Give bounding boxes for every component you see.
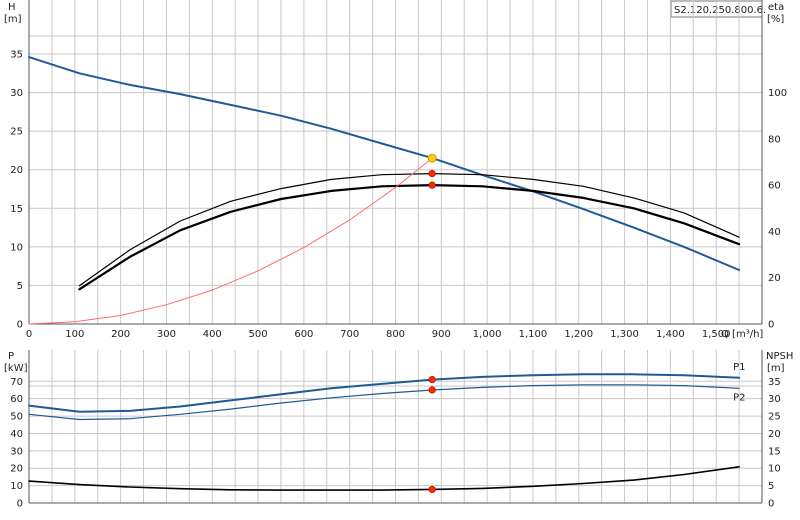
x-tick-label: 600 bbox=[294, 329, 313, 340]
left-tick-label: 35 bbox=[10, 50, 23, 61]
x-tick-label: 100 bbox=[65, 329, 84, 340]
duty-point bbox=[428, 181, 436, 189]
x-tick-label: 900 bbox=[432, 329, 451, 340]
duty-point bbox=[428, 485, 436, 494]
head-axis-unit: [m] bbox=[4, 14, 22, 25]
series-label-p2: P2 bbox=[733, 392, 745, 403]
left-tick-label: 50 bbox=[10, 412, 23, 423]
left-tick-label: 25 bbox=[10, 127, 23, 138]
left-tick-label: 40 bbox=[10, 429, 23, 440]
x-tick-label: 500 bbox=[249, 329, 268, 340]
x-tick-label: 400 bbox=[203, 329, 222, 340]
duty-point bbox=[427, 153, 437, 163]
left-tick-label: 20 bbox=[10, 165, 23, 176]
right-tick-label: 60 bbox=[768, 181, 781, 192]
left-tick-label: 30 bbox=[10, 446, 23, 457]
right-tick-label: 30 bbox=[768, 394, 781, 405]
head-axis-title: H bbox=[8, 2, 16, 13]
right-tick-label: 80 bbox=[768, 134, 781, 145]
left-tick-label: 70 bbox=[10, 377, 23, 388]
x-tick-label: 300 bbox=[157, 329, 176, 340]
right-tick-label: 5 bbox=[768, 481, 774, 492]
left-tick-label: 0 bbox=[17, 320, 23, 331]
x-tick-label: 1,500 bbox=[702, 329, 731, 340]
npsh-curve bbox=[28, 465, 740, 491]
x-tick-label: 1,300 bbox=[610, 329, 639, 340]
series-label-p1: P1 bbox=[733, 362, 745, 373]
duty-point bbox=[428, 386, 436, 394]
eta-curve bbox=[78, 184, 741, 291]
right-tick-label: 0 bbox=[768, 320, 774, 331]
power-axis-title: P bbox=[8, 351, 14, 362]
left-tick-label: 10 bbox=[10, 481, 23, 492]
right-tick-label: 25 bbox=[768, 412, 781, 423]
right-tick-label: 0 bbox=[768, 499, 774, 510]
left-tick-label: 15 bbox=[10, 204, 23, 215]
power-npsh-chart: P [kW] NPSH [m] 0 10 20 30 40 50 60 70 0 5 10 15 20 2… bbox=[4, 350, 793, 510]
right-tick-label: 10 bbox=[768, 464, 781, 475]
power-axis-unit: [kW] bbox=[4, 363, 28, 374]
x-tick-label: 1,100 bbox=[519, 329, 548, 340]
npsh-axis-title: NPSH bbox=[766, 351, 793, 362]
left-tick-label: 60 bbox=[10, 394, 23, 405]
right-tick-label: 20 bbox=[768, 273, 781, 284]
model-label: S2.120.250.800.6. bbox=[674, 5, 766, 16]
right-tick-label: 20 bbox=[768, 429, 781, 440]
x-tick-label: 0 bbox=[26, 329, 32, 340]
pump-curve-figure: H [m] eta [%] Q [m³/h] S2.120.250.800.6.… bbox=[4, 0, 793, 510]
right-tick-label: 35 bbox=[768, 377, 781, 388]
system-curve bbox=[28, 157, 433, 325]
left-tick-label: 20 bbox=[10, 464, 23, 475]
right-tick-label: 40 bbox=[768, 227, 781, 238]
head-efficiency-chart: H [m] eta [%] Q [m³/h] S2.120.250.800.6.… bbox=[4, 0, 787, 340]
x-tick-label: 800 bbox=[386, 329, 405, 340]
eta-axis-unit: [%] bbox=[767, 14, 784, 25]
x-tick-label: 1,000 bbox=[473, 329, 502, 340]
left-tick-label: 10 bbox=[10, 242, 23, 253]
eta-axis-title: eta bbox=[768, 2, 784, 13]
head-curve bbox=[28, 56, 741, 271]
right-tick-label: 100 bbox=[768, 88, 787, 99]
x-tick-label: 1,200 bbox=[564, 329, 593, 340]
power-curve bbox=[28, 384, 740, 421]
left-tick-label: 30 bbox=[10, 88, 23, 99]
x-tick-label: 200 bbox=[111, 329, 130, 340]
npsh-axis-unit: [m] bbox=[767, 363, 785, 374]
left-tick-label: 5 bbox=[17, 281, 23, 292]
left-tick-label: 0 bbox=[17, 499, 23, 510]
x-tick-label: 1,400 bbox=[656, 329, 685, 340]
duty-point bbox=[428, 169, 436, 178]
right-tick-label: 15 bbox=[768, 446, 781, 457]
x-tick-label: 700 bbox=[340, 329, 359, 340]
duty-point bbox=[428, 375, 436, 384]
